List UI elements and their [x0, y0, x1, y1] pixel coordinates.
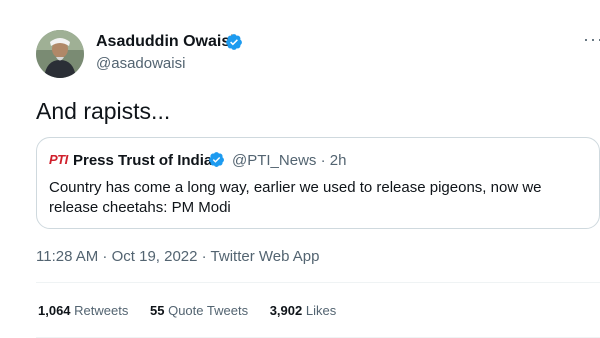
retweets-count: 1,064: [38, 303, 71, 318]
tweet-card: Asaduddin Owaisi @asadowaisi ··· And rap…: [0, 0, 600, 338]
likes-count: 3,902: [269, 303, 303, 318]
tweet-text: And rapists...: [36, 98, 171, 124]
author-handle[interactable]: @asadowaisi: [96, 55, 185, 72]
quote-tweets-label: Quote Tweets: [168, 303, 249, 318]
avatar[interactable]: [36, 30, 84, 78]
quote-tweets-stat[interactable]: 55 Quote Tweets: [150, 303, 248, 318]
more-icon[interactable]: ···: [583, 30, 600, 48]
verified-badge-icon: [226, 34, 242, 50]
pti-logo: PTI: [49, 152, 68, 167]
verified-badge-icon: [209, 152, 224, 167]
likes-stat[interactable]: 3,902 Likes: [270, 303, 337, 318]
divider: [36, 282, 600, 283]
author-name[interactable]: Asaduddin Owaisi: [96, 33, 235, 51]
quote-tweets-count: 55: [150, 303, 165, 318]
quote-body: Country has come a long way, earlier we …: [49, 179, 542, 216]
quote-author-name: Press Trust of India: [73, 152, 213, 169]
retweets-stat[interactable]: 1,064 Retweets: [38, 303, 128, 318]
engagement-stats: 1,064 Retweets 55 Quote Tweets 3,902 Lik…: [38, 303, 354, 318]
retweets-label: Retweets: [74, 303, 129, 318]
timestamp[interactable]: 11:28 AM · Oct 19, 2022 · Twitter Web Ap…: [36, 248, 319, 265]
likes-label: Likes: [305, 303, 337, 318]
quoted-tweet[interactable]: PTI Press Trust of India @PTI_News · 2h …: [36, 137, 600, 229]
quote-meta: @PTI_News · 2h: [232, 152, 347, 169]
